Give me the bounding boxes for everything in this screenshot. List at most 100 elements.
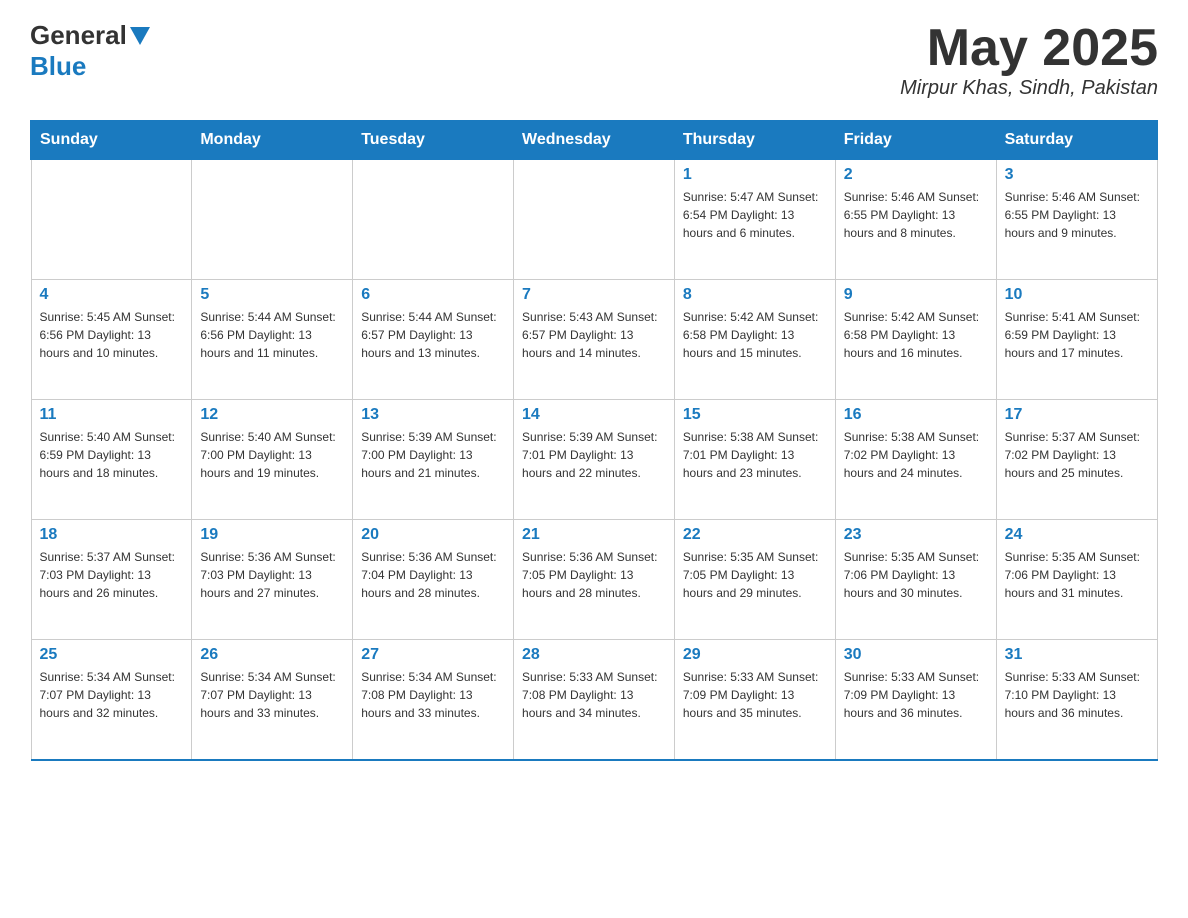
calendar-cell: 17 Sunrise: 5:37 AM Sunset: 7:02 PM Dayli… — [996, 400, 1157, 520]
calendar-day-header: Thursday — [674, 121, 835, 160]
day-number: 3 — [1005, 166, 1149, 184]
calendar-cell: 7 Sunrise: 5:43 AM Sunset: 6:57 PM Daylig… — [514, 280, 675, 400]
day-info: Sunrise: 5:36 AM Sunset: 7:04 PM Dayligh… — [361, 548, 505, 602]
day-number: 27 — [361, 646, 505, 664]
day-info: Sunrise: 5:46 AM Sunset: 6:55 PM Dayligh… — [1005, 188, 1149, 242]
day-number: 1 — [683, 166, 827, 184]
location-text: Mirpur Khas, Sindh, Pakistan — [900, 77, 1158, 100]
calendar-week-row: 11Sunrise: 5:40 AM Sunset: 6:59 PM Dayli… — [31, 400, 1157, 520]
page-header: General Blue May 2025 Mirpur Khas, Sindh… — [30, 20, 1158, 100]
month-title: May 2025 — [900, 20, 1158, 77]
day-number: 21 — [522, 526, 666, 544]
day-info: Sunrise: 5:34 AM Sunset: 7:08 PM Dayligh… — [361, 668, 505, 722]
day-number: 5 — [200, 286, 344, 304]
calendar-day-header: Tuesday — [353, 121, 514, 160]
calendar-cell: 27 Sunrise: 5:34 AM Sunset: 7:08 PM Dayli… — [353, 640, 514, 760]
day-number: 28 — [522, 646, 666, 664]
calendar-day-header: Saturday — [996, 121, 1157, 160]
calendar-cell: 10 Sunrise: 5:41 AM Sunset: 6:59 PM Dayli… — [996, 280, 1157, 400]
day-info: Sunrise: 5:42 AM Sunset: 6:58 PM Dayligh… — [683, 308, 827, 362]
day-number: 18 — [40, 526, 184, 544]
day-number: 4 — [40, 286, 184, 304]
calendar-week-row: 1 Sunrise: 5:47 AM Sunset: 6:54 PM Daylig… — [31, 160, 1157, 280]
calendar-cell: 23 Sunrise: 5:35 AM Sunset: 7:06 PM Dayli… — [835, 520, 996, 640]
day-info: Sunrise: 5:37 AM Sunset: 7:02 PM Dayligh… — [1005, 428, 1149, 482]
calendar-cell: 3 Sunrise: 5:46 AM Sunset: 6:55 PM Daylig… — [996, 160, 1157, 280]
day-info: Sunrise: 5:46 AM Sunset: 6:55 PM Dayligh… — [844, 188, 988, 242]
calendar-cell: 14 Sunrise: 5:39 AM Sunset: 7:01 PM Dayli… — [514, 400, 675, 520]
day-number: 23 — [844, 526, 988, 544]
calendar-cell: 2 Sunrise: 5:46 AM Sunset: 6:55 PM Daylig… — [835, 160, 996, 280]
calendar-cell: 31 Sunrise: 5:33 AM Sunset: 7:10 PM Dayli… — [996, 640, 1157, 760]
day-info: Sunrise: 5:41 AM Sunset: 6:59 PM Dayligh… — [1005, 308, 1149, 362]
day-info: Sunrise: 5:42 AM Sunset: 6:58 PM Dayligh… — [844, 308, 988, 362]
day-number: 10 — [1005, 286, 1149, 304]
day-number: 9 — [844, 286, 988, 304]
calendar-week-row: 18 Sunrise: 5:37 AM Sunset: 7:03 PM Dayli… — [31, 520, 1157, 640]
day-number: 17 — [1005, 406, 1149, 424]
day-number: 24 — [1005, 526, 1149, 544]
day-number: 2 — [844, 166, 988, 184]
logo-general-text: General — [30, 20, 127, 51]
day-info: Sunrise: 5:36 AM Sunset: 7:05 PM Dayligh… — [522, 548, 666, 602]
day-number: 13 — [361, 406, 505, 424]
calendar-cell: 26Sunrise: 5:34 AM Sunset: 7:07 PM Dayli… — [192, 640, 353, 760]
calendar-week-row: 25Sunrise: 5:34 AM Sunset: 7:07 PM Dayli… — [31, 640, 1157, 760]
calendar-cell: 15Sunrise: 5:38 AM Sunset: 7:01 PM Dayli… — [674, 400, 835, 520]
calendar-header-row: SundayMondayTuesdayWednesdayThursdayFrid… — [31, 121, 1157, 160]
day-number: 30 — [844, 646, 988, 664]
calendar-cell: 19 Sunrise: 5:36 AM Sunset: 7:03 PM Dayli… — [192, 520, 353, 640]
calendar-cell: 21 Sunrise: 5:36 AM Sunset: 7:05 PM Dayli… — [514, 520, 675, 640]
day-info: Sunrise: 5:40 AM Sunset: 7:00 PM Dayligh… — [200, 428, 344, 482]
day-number: 31 — [1005, 646, 1149, 664]
day-info: Sunrise: 5:35 AM Sunset: 7:06 PM Dayligh… — [844, 548, 988, 602]
calendar-cell: 22Sunrise: 5:35 AM Sunset: 7:05 PM Dayli… — [674, 520, 835, 640]
calendar-cell: 13Sunrise: 5:39 AM Sunset: 7:00 PM Dayli… — [353, 400, 514, 520]
day-number: 8 — [683, 286, 827, 304]
day-info: Sunrise: 5:34 AM Sunset: 7:07 PM Dayligh… — [200, 668, 344, 722]
calendar-day-header: Monday — [192, 121, 353, 160]
day-info: Sunrise: 5:33 AM Sunset: 7:09 PM Dayligh… — [683, 668, 827, 722]
day-number: 6 — [361, 286, 505, 304]
day-info: Sunrise: 5:35 AM Sunset: 7:06 PM Dayligh… — [1005, 548, 1149, 602]
calendar-cell: 4Sunrise: 5:45 AM Sunset: 6:56 PM Daylig… — [31, 280, 192, 400]
calendar-cell: 28 Sunrise: 5:33 AM Sunset: 7:08 PM Dayli… — [514, 640, 675, 760]
day-number: 20 — [361, 526, 505, 544]
day-info: Sunrise: 5:44 AM Sunset: 6:56 PM Dayligh… — [200, 308, 344, 362]
day-number: 12 — [200, 406, 344, 424]
day-info: Sunrise: 5:38 AM Sunset: 7:01 PM Dayligh… — [683, 428, 827, 482]
calendar-cell — [31, 160, 192, 280]
day-number: 14 — [522, 406, 666, 424]
day-info: Sunrise: 5:43 AM Sunset: 6:57 PM Dayligh… — [522, 308, 666, 362]
calendar-cell: 18 Sunrise: 5:37 AM Sunset: 7:03 PM Dayli… — [31, 520, 192, 640]
day-info: Sunrise: 5:47 AM Sunset: 6:54 PM Dayligh… — [683, 188, 827, 242]
day-info: Sunrise: 5:44 AM Sunset: 6:57 PM Dayligh… — [361, 308, 505, 362]
day-info: Sunrise: 5:33 AM Sunset: 7:09 PM Dayligh… — [844, 668, 988, 722]
day-info: Sunrise: 5:38 AM Sunset: 7:02 PM Dayligh… — [844, 428, 988, 482]
calendar-cell: 9 Sunrise: 5:42 AM Sunset: 6:58 PM Daylig… — [835, 280, 996, 400]
calendar-cell: 30 Sunrise: 5:33 AM Sunset: 7:09 PM Dayli… — [835, 640, 996, 760]
day-info: Sunrise: 5:37 AM Sunset: 7:03 PM Dayligh… — [40, 548, 184, 602]
logo-triangle-icon — [130, 27, 150, 45]
day-number: 7 — [522, 286, 666, 304]
day-info: Sunrise: 5:40 AM Sunset: 6:59 PM Dayligh… — [40, 428, 184, 482]
day-number: 19 — [200, 526, 344, 544]
day-info: Sunrise: 5:36 AM Sunset: 7:03 PM Dayligh… — [200, 548, 344, 602]
logo-blue-text: Blue — [30, 51, 86, 82]
calendar-day-header: Friday — [835, 121, 996, 160]
calendar-cell — [353, 160, 514, 280]
calendar-cell: 1 Sunrise: 5:47 AM Sunset: 6:54 PM Daylig… — [674, 160, 835, 280]
calendar-cell: 8 Sunrise: 5:42 AM Sunset: 6:58 PM Daylig… — [674, 280, 835, 400]
day-info: Sunrise: 5:33 AM Sunset: 7:08 PM Dayligh… — [522, 668, 666, 722]
day-number: 22 — [683, 526, 827, 544]
calendar-cell — [514, 160, 675, 280]
calendar-table: SundayMondayTuesdayWednesdayThursdayFrid… — [30, 120, 1158, 761]
calendar-cell: 24 Sunrise: 5:35 AM Sunset: 7:06 PM Dayli… — [996, 520, 1157, 640]
calendar-cell: 12 Sunrise: 5:40 AM Sunset: 7:00 PM Dayli… — [192, 400, 353, 520]
day-number: 29 — [683, 646, 827, 664]
day-info: Sunrise: 5:34 AM Sunset: 7:07 PM Dayligh… — [40, 668, 184, 722]
calendar-cell — [192, 160, 353, 280]
calendar-cell: 16Sunrise: 5:38 AM Sunset: 7:02 PM Dayli… — [835, 400, 996, 520]
day-info: Sunrise: 5:39 AM Sunset: 7:01 PM Dayligh… — [522, 428, 666, 482]
day-info: Sunrise: 5:33 AM Sunset: 7:10 PM Dayligh… — [1005, 668, 1149, 722]
